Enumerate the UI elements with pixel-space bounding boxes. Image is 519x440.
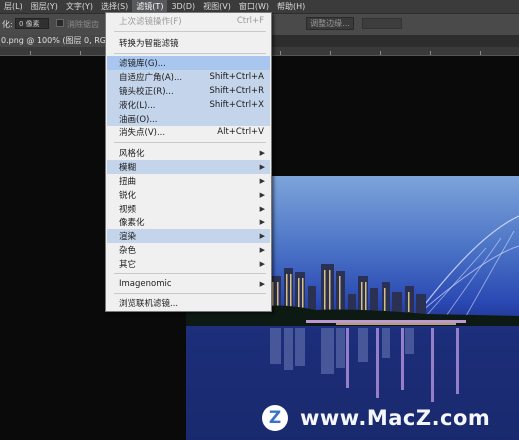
menu-separator xyxy=(114,142,266,143)
menu-item-vanishing-point[interactable]: 消失点(V)... Alt+Ctrl+V xyxy=(107,125,270,139)
menu-item-label: 镜头校正(R)... xyxy=(119,87,174,97)
menu-item-label: 消失点(V)... xyxy=(119,128,166,138)
menu-item-label: 上次滤镜操作(F) xyxy=(119,17,182,27)
menu-item-last-filter[interactable]: 上次滤镜操作(F) Ctrl+F xyxy=(107,14,270,28)
menu-item-label: 杂色 xyxy=(119,246,137,256)
menu-item-label: 油画(O)... xyxy=(119,115,158,125)
menu-item-pixelate[interactable]: 像素化 ▶ xyxy=(107,215,270,229)
ruler-tick xyxy=(80,51,81,55)
shortcut-label: Ctrl+F xyxy=(236,16,264,26)
ruler-tick xyxy=(280,51,281,55)
watermark: Z www.MacZ.com xyxy=(262,405,490,431)
shortcut-label: Alt+Ctrl+V xyxy=(217,127,264,137)
menu-item-smart-filter[interactable]: 转换为智能滤镜 xyxy=(107,36,270,50)
menu-item-label: 浏览联机滤镜... xyxy=(119,299,179,309)
menu-item-noise[interactable]: 杂色 ▶ xyxy=(107,243,270,257)
shortcut-label: Shift+Ctrl+A xyxy=(209,72,264,82)
menu-item-blur[interactable]: 模糊 ▶ xyxy=(107,160,270,174)
ruler-tick xyxy=(430,51,431,55)
feather-input[interactable]: 0 像素 xyxy=(15,18,49,29)
menu-separator xyxy=(114,31,266,32)
ruler-tick xyxy=(480,51,481,55)
menu-item-label: 视频 xyxy=(119,205,137,215)
antialias-label: 消除锯齿 xyxy=(67,20,99,29)
menu-item-other[interactable]: 其它 ▶ xyxy=(107,257,270,271)
menu-item-label: 渲染 xyxy=(119,232,137,242)
menu-item-label: 转换为智能滤镜 xyxy=(119,39,179,49)
submenu-arrow-icon: ▶ xyxy=(259,163,265,171)
shortcut-label: Shift+Ctrl+R xyxy=(209,86,264,96)
menu-item-label: 自适应广角(A)... xyxy=(119,73,183,83)
menu-item-oil-paint[interactable]: 油画(O)... xyxy=(107,112,270,126)
menu-item-label: 滤镜库(G)... xyxy=(119,59,166,69)
options-extra-field xyxy=(362,18,402,29)
submenu-arrow-icon: ▶ xyxy=(259,280,265,288)
shortcut-label: Shift+Ctrl+X xyxy=(209,100,264,110)
menu-item-label: 扭曲 xyxy=(119,177,137,187)
menu-item-label: 像素化 xyxy=(119,218,145,228)
submenu-arrow-icon: ▶ xyxy=(259,177,265,185)
menu-item-filter-gallery[interactable]: 滤镜库(G)... xyxy=(107,56,270,70)
menu-item-adaptive-wide-angle[interactable]: 自适应广角(A)... Shift+Ctrl+A xyxy=(107,70,270,84)
ruler-tick xyxy=(380,51,381,55)
submenu-arrow-icon: ▶ xyxy=(259,205,265,213)
menu-item-distort[interactable]: 扭曲 ▶ xyxy=(107,174,270,188)
menu-separator xyxy=(114,273,266,274)
menu-item-browse-online[interactable]: 浏览联机滤镜... xyxy=(107,296,270,310)
menu-layer-partial[interactable]: 层(L) xyxy=(0,0,27,13)
feather-label: 化: xyxy=(2,20,13,29)
submenu-arrow-icon: ▶ xyxy=(259,218,265,226)
menu-item-label: 风格化 xyxy=(119,149,145,159)
menu-type[interactable]: 文字(Y) xyxy=(62,0,97,13)
menu-item-stylize[interactable]: 风格化 ▶ xyxy=(107,146,270,160)
filter-menu: 上次滤镜操作(F) Ctrl+F 转换为智能滤镜 滤镜库(G)... 自适应广角… xyxy=(105,12,272,312)
menu-item-liquify[interactable]: 液化(L)... Shift+Ctrl+X xyxy=(107,98,270,112)
watermark-text: www.MacZ.com xyxy=(300,406,491,430)
menu-item-label: 其它 xyxy=(119,260,137,270)
menu-item-label: 模糊 xyxy=(119,163,137,173)
refine-edge-button[interactable]: 调整边缘... xyxy=(306,17,354,30)
menu-item-video[interactable]: 视频 ▶ xyxy=(107,202,270,216)
menu-item-sharpen[interactable]: 锐化 ▶ xyxy=(107,188,270,202)
menu-item-lens-correction[interactable]: 镜头校正(R)... Shift+Ctrl+R xyxy=(107,84,270,98)
antialias-checkbox-icon[interactable] xyxy=(56,19,64,27)
macz-logo-icon: Z xyxy=(262,405,288,431)
submenu-arrow-icon: ▶ xyxy=(259,246,265,254)
submenu-arrow-icon: ▶ xyxy=(259,191,265,199)
menu-item-label: Imagenomic xyxy=(119,279,172,289)
ruler-tick xyxy=(330,51,331,55)
menu-layer[interactable]: 图层(Y) xyxy=(27,0,62,13)
submenu-arrow-icon: ▶ xyxy=(259,232,265,240)
submenu-arrow-icon: ▶ xyxy=(259,260,265,268)
menu-item-label: 液化(L)... xyxy=(119,101,156,111)
menu-item-render[interactable]: 渲染 ▶ xyxy=(107,229,270,243)
menu-separator xyxy=(114,293,266,294)
menu-separator xyxy=(114,53,266,54)
menu-help[interactable]: 帮助(H) xyxy=(273,0,309,13)
ruler-tick xyxy=(30,51,31,55)
menu-item-imagenomic[interactable]: Imagenomic ▶ xyxy=(107,277,270,291)
menu-item-label: 锐化 xyxy=(119,191,137,201)
submenu-arrow-icon: ▶ xyxy=(259,149,265,157)
